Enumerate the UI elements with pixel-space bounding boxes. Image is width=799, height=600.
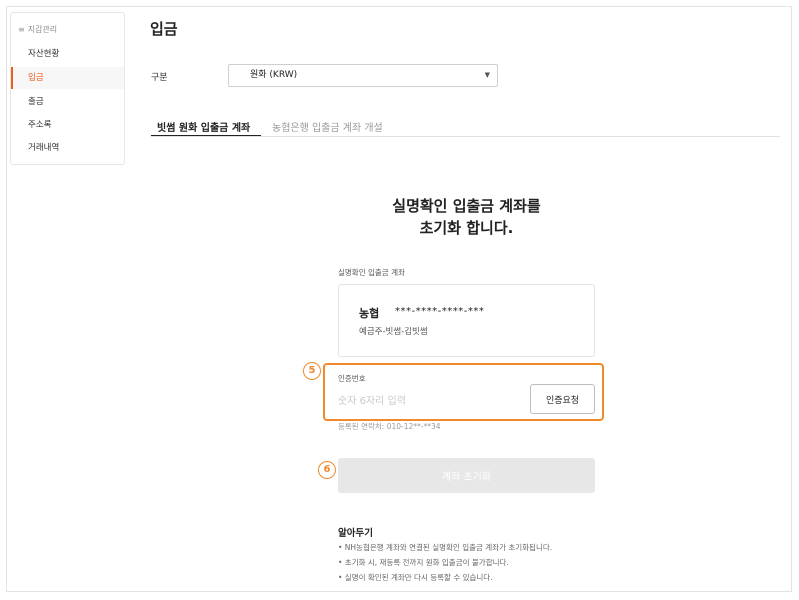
reset-account-button[interactable]: 계좌 초기화 xyxy=(338,458,595,493)
bank-name: 농협 xyxy=(359,307,380,320)
notice-item: • 초기화 시, 재등록 전까지 원화 입출금이 불가합니다. xyxy=(338,558,509,567)
sidebar-item-deposit[interactable]: 입금 xyxy=(11,67,124,89)
sidebar: ≡ 지갑관리 자산현황 입금 출금 주소록 거래내역 xyxy=(10,12,125,165)
headline: 실명확인 입출금 계좌를 초기화 합니다. xyxy=(338,195,595,239)
notice-item: • 실명이 확인된 계좌만 다시 등록할 수 있습니다. xyxy=(338,573,493,582)
sidebar-item-assets[interactable]: 자산현황 xyxy=(11,43,124,65)
account-section-label: 실명확인 입출금 계좌 xyxy=(338,268,405,277)
sidebar-item-label: 주소록 xyxy=(28,120,52,130)
tabs-divider xyxy=(151,136,780,137)
registered-contact: 등록된 연락처: 010-12**-**34 xyxy=(338,422,441,431)
account-holder: 예금주-빗썸-김빗썸 xyxy=(359,327,428,337)
headline-line-1: 실명확인 입출금 계좌를 xyxy=(392,197,541,215)
menu-icon: ≡ xyxy=(18,25,25,34)
tab-nh-account-open[interactable]: 농협은행 입출금 계좌 개설 xyxy=(272,119,383,137)
step-5-badge: 5 xyxy=(303,362,321,380)
sidebar-item-address-book[interactable]: 주소록 xyxy=(11,114,124,136)
notice-title: 알아두기 xyxy=(338,528,373,539)
page-title: 입금 xyxy=(150,20,178,38)
auth-code-label: 인증번호 xyxy=(338,374,366,383)
chevron-down-icon: ▼ xyxy=(484,71,490,79)
account-number: ***-****-****-*** xyxy=(395,306,485,317)
sidebar-item-label: 거래내역 xyxy=(28,143,60,153)
step-6-badge: 6 xyxy=(318,461,336,479)
headline-line-2: 초기화 합니다. xyxy=(419,219,514,237)
request-auth-button[interactable]: 인증요청 xyxy=(530,384,595,414)
sidebar-header: ≡ 지갑관리 xyxy=(18,24,57,35)
sidebar-item-history[interactable]: 거래내역 xyxy=(11,137,124,159)
currency-label: 구분 xyxy=(151,73,168,83)
currency-selected-value: 원화 (KRW) xyxy=(250,70,298,80)
notice-item: • NH농협은행 계좌와 연결된 실명확인 입출금 계좌가 초기화됩니다. xyxy=(338,543,553,552)
sidebar-item-label: 자산현황 xyxy=(28,49,60,59)
tab-bithumb-krw-account[interactable]: 빗썸 원화 입출금 계좌 xyxy=(151,119,261,137)
sidebar-item-withdraw[interactable]: 출금 xyxy=(11,91,124,113)
sidebar-header-label: 지갑관리 xyxy=(27,25,58,34)
auth-code-input[interactable] xyxy=(338,388,526,414)
account-card: 농협 ***-****-****-*** 예금주-빗썸-김빗썸 xyxy=(338,284,595,357)
sidebar-item-label: 입금 xyxy=(28,73,44,83)
currency-select[interactable]: 원화 (KRW) ▼ xyxy=(228,64,498,87)
sidebar-item-label: 출금 xyxy=(28,97,44,107)
